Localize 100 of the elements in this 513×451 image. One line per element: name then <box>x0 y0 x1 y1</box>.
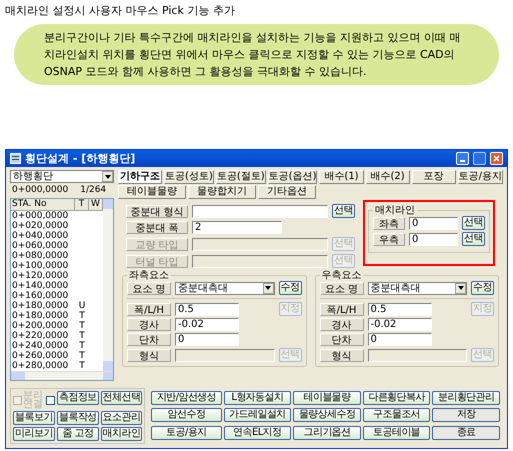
dropdown-button[interactable] <box>455 282 466 294</box>
edit-button[interactable]: 수정 <box>278 281 302 295</box>
tab[interactable]: 배수(1) <box>319 170 364 184</box>
group-title: 좌측요소 <box>128 270 170 281</box>
tab[interactable]: 토공(절토) <box>216 170 266 184</box>
tab[interactable]: 물량합치기 <box>188 185 256 199</box>
action-button[interactable]: 저장 <box>432 408 500 422</box>
input-field[interactable]: 0 <box>368 333 432 346</box>
dropdown-button[interactable] <box>262 282 274 294</box>
input-field[interactable]: -0.02 <box>368 318 432 331</box>
select-button[interactable]: 선택 <box>462 232 485 246</box>
select-button[interactable]: 선택 <box>462 216 485 230</box>
count-text: 1/264 <box>80 185 106 196</box>
tab[interactable]: 배수(2) <box>366 170 410 184</box>
field-label: 형식 <box>320 348 364 362</box>
action-button[interactable]: 물량상세수정 <box>293 408 361 422</box>
tab[interactable]: 토공(옵션) <box>268 170 318 184</box>
column-header[interactable]: T <box>75 199 89 210</box>
dropdown-field[interactable]: 중분대측대 <box>175 282 275 294</box>
action-button[interactable]: 분리횡단관리 <box>432 391 500 405</box>
minimize-button[interactable] <box>456 152 469 165</box>
table-cell-text: T <box>78 331 86 341</box>
input-field[interactable]: 0.5 <box>368 302 432 316</box>
dropdown-button[interactable] <box>102 171 113 182</box>
tab[interactable]: 기타옵션 <box>258 185 316 199</box>
document-title: 매치라인 설정시 사용자 마우스 Pick 기능 추가 <box>4 3 236 18</box>
field-label: 폭/L/H <box>320 302 364 316</box>
action-button[interactable]: 블록작성 <box>57 411 99 425</box>
action-button[interactable]: 토공/용지 <box>151 426 222 440</box>
action-button[interactable]: 종료 <box>432 426 500 440</box>
tab[interactable]: 포장 <box>412 170 456 184</box>
maximize-button[interactable] <box>473 152 486 165</box>
table-cell-text: 0+020,0000 <box>11 221 70 231</box>
action-button[interactable]: 측점정보 <box>57 391 99 405</box>
action-button[interactable]: 구조물조서 <box>362 408 430 422</box>
caret-icon <box>265 286 272 290</box>
action-button[interactable]: 줌 고정 <box>57 427 99 441</box>
checkbox-label: 분리 연결 <box>23 391 43 409</box>
table-cell-text: 0+080,0000 <box>11 251 70 261</box>
input-field[interactable]: 0.5 <box>175 302 239 316</box>
table-cell-text: 0+220,0000 <box>11 331 70 341</box>
input-field[interactable]: 2 <box>192 221 282 234</box>
field-label: 터널 타입 <box>126 254 188 268</box>
action-button[interactable]: 매치라인 <box>100 427 142 441</box>
action-button[interactable]: 지반/암선생성 <box>151 391 222 405</box>
horizontal-scrollbar[interactable] <box>11 371 113 380</box>
input-field[interactable]: 0 <box>175 333 239 346</box>
field-label: 형식 <box>127 348 171 362</box>
table-cell-text: 0+100,0000 <box>11 261 70 271</box>
action-button[interactable]: 그리기옵션 <box>293 426 361 440</box>
action-button[interactable]: L형자동설치 <box>224 391 292 405</box>
field-label: 폭/L/H <box>127 302 171 316</box>
field-label: 단차 <box>127 333 171 346</box>
callout-text: 분리구간이나 기타 특수구간에 매치라인을 설치하는 기능을 지원하고 있으며 이때 매치라인설치 위치를 횡단면 위에서 마우스 클릭으로 지정할 수 있는 기능으로 CAD의 OSNAP 모드와 함께 사용하면 그 활용성을 극대화할 수 있습니다. <box>44 30 462 80</box>
tab[interactable]: 토공/용지 <box>458 170 503 184</box>
action-button[interactable]: 다른횡단복사 <box>362 391 430 405</box>
input-field[interactable]: 0 <box>409 216 458 230</box>
field-label: 교량 타입 <box>126 238 188 250</box>
input-field[interactable]: -0.02 <box>175 318 239 331</box>
action-button[interactable]: 토공테이블 <box>362 426 430 440</box>
action-button[interactable]: 가드레일설치 <box>224 408 292 422</box>
table-cell-text: 0+200,0000 <box>11 321 70 331</box>
action-button[interactable]: 미리보기 <box>13 427 55 441</box>
tab[interactable]: 테이블물량 <box>118 185 186 199</box>
select-button[interactable]: 선택 <box>332 204 355 218</box>
table-cell-text: 0+280,0000 <box>11 361 70 371</box>
action-button[interactable]: 블록보기 <box>13 411 55 425</box>
field-label: 요소 명 <box>320 282 364 294</box>
group-title: 매치라인 <box>374 205 416 216</box>
table-cell-text: 0+060,0000 <box>11 241 70 251</box>
column-header[interactable]: STA. No <box>11 199 75 210</box>
caret-icon <box>104 174 110 178</box>
dropdown-field[interactable]: 중분대측대 <box>368 282 468 294</box>
field-label: 중분대 폭 <box>126 221 188 234</box>
action-button[interactable]: 암선수정 <box>151 408 222 422</box>
checkbox[interactable] <box>46 396 55 404</box>
action-button[interactable]: 연속EL지정 <box>224 426 292 440</box>
table-cell-text: 0+000,0000 <box>11 211 70 221</box>
tab[interactable]: 토공(성토) <box>164 170 214 184</box>
table-cell-text: 0+180,0000 <box>11 311 70 321</box>
action-button[interactable]: 테이블물량 <box>293 391 361 405</box>
tab[interactable]: 기하구조 <box>118 170 162 184</box>
input-field[interactable] <box>192 204 328 218</box>
input-field[interactable]: 0 <box>409 232 458 246</box>
section-dropdown[interactable]: 하행횡단 <box>10 170 114 183</box>
edit-button[interactable]: 수정 <box>471 281 494 295</box>
dropdown-value: 중분대측대 <box>178 282 228 294</box>
table-cell-text: 0+160,0000 <box>11 291 70 301</box>
close-icon <box>493 155 500 162</box>
table-cell-text: 0+240,0000 <box>11 341 70 351</box>
field-label: 중분대 형식 <box>126 204 188 218</box>
close-button[interactable] <box>490 152 503 165</box>
table-cell-text: U <box>78 301 86 311</box>
action-button[interactable]: 전체선택 <box>100 391 142 405</box>
table-cell-text: 0+260,0000 <box>11 351 70 361</box>
group-title: 우측요소 <box>320 270 362 281</box>
dropdown-value: 중분대측대 <box>370 282 420 294</box>
action-button[interactable]: 요소관리 <box>100 411 142 425</box>
caret-icon <box>458 286 464 290</box>
vertical-scrollbar[interactable] <box>103 199 113 371</box>
